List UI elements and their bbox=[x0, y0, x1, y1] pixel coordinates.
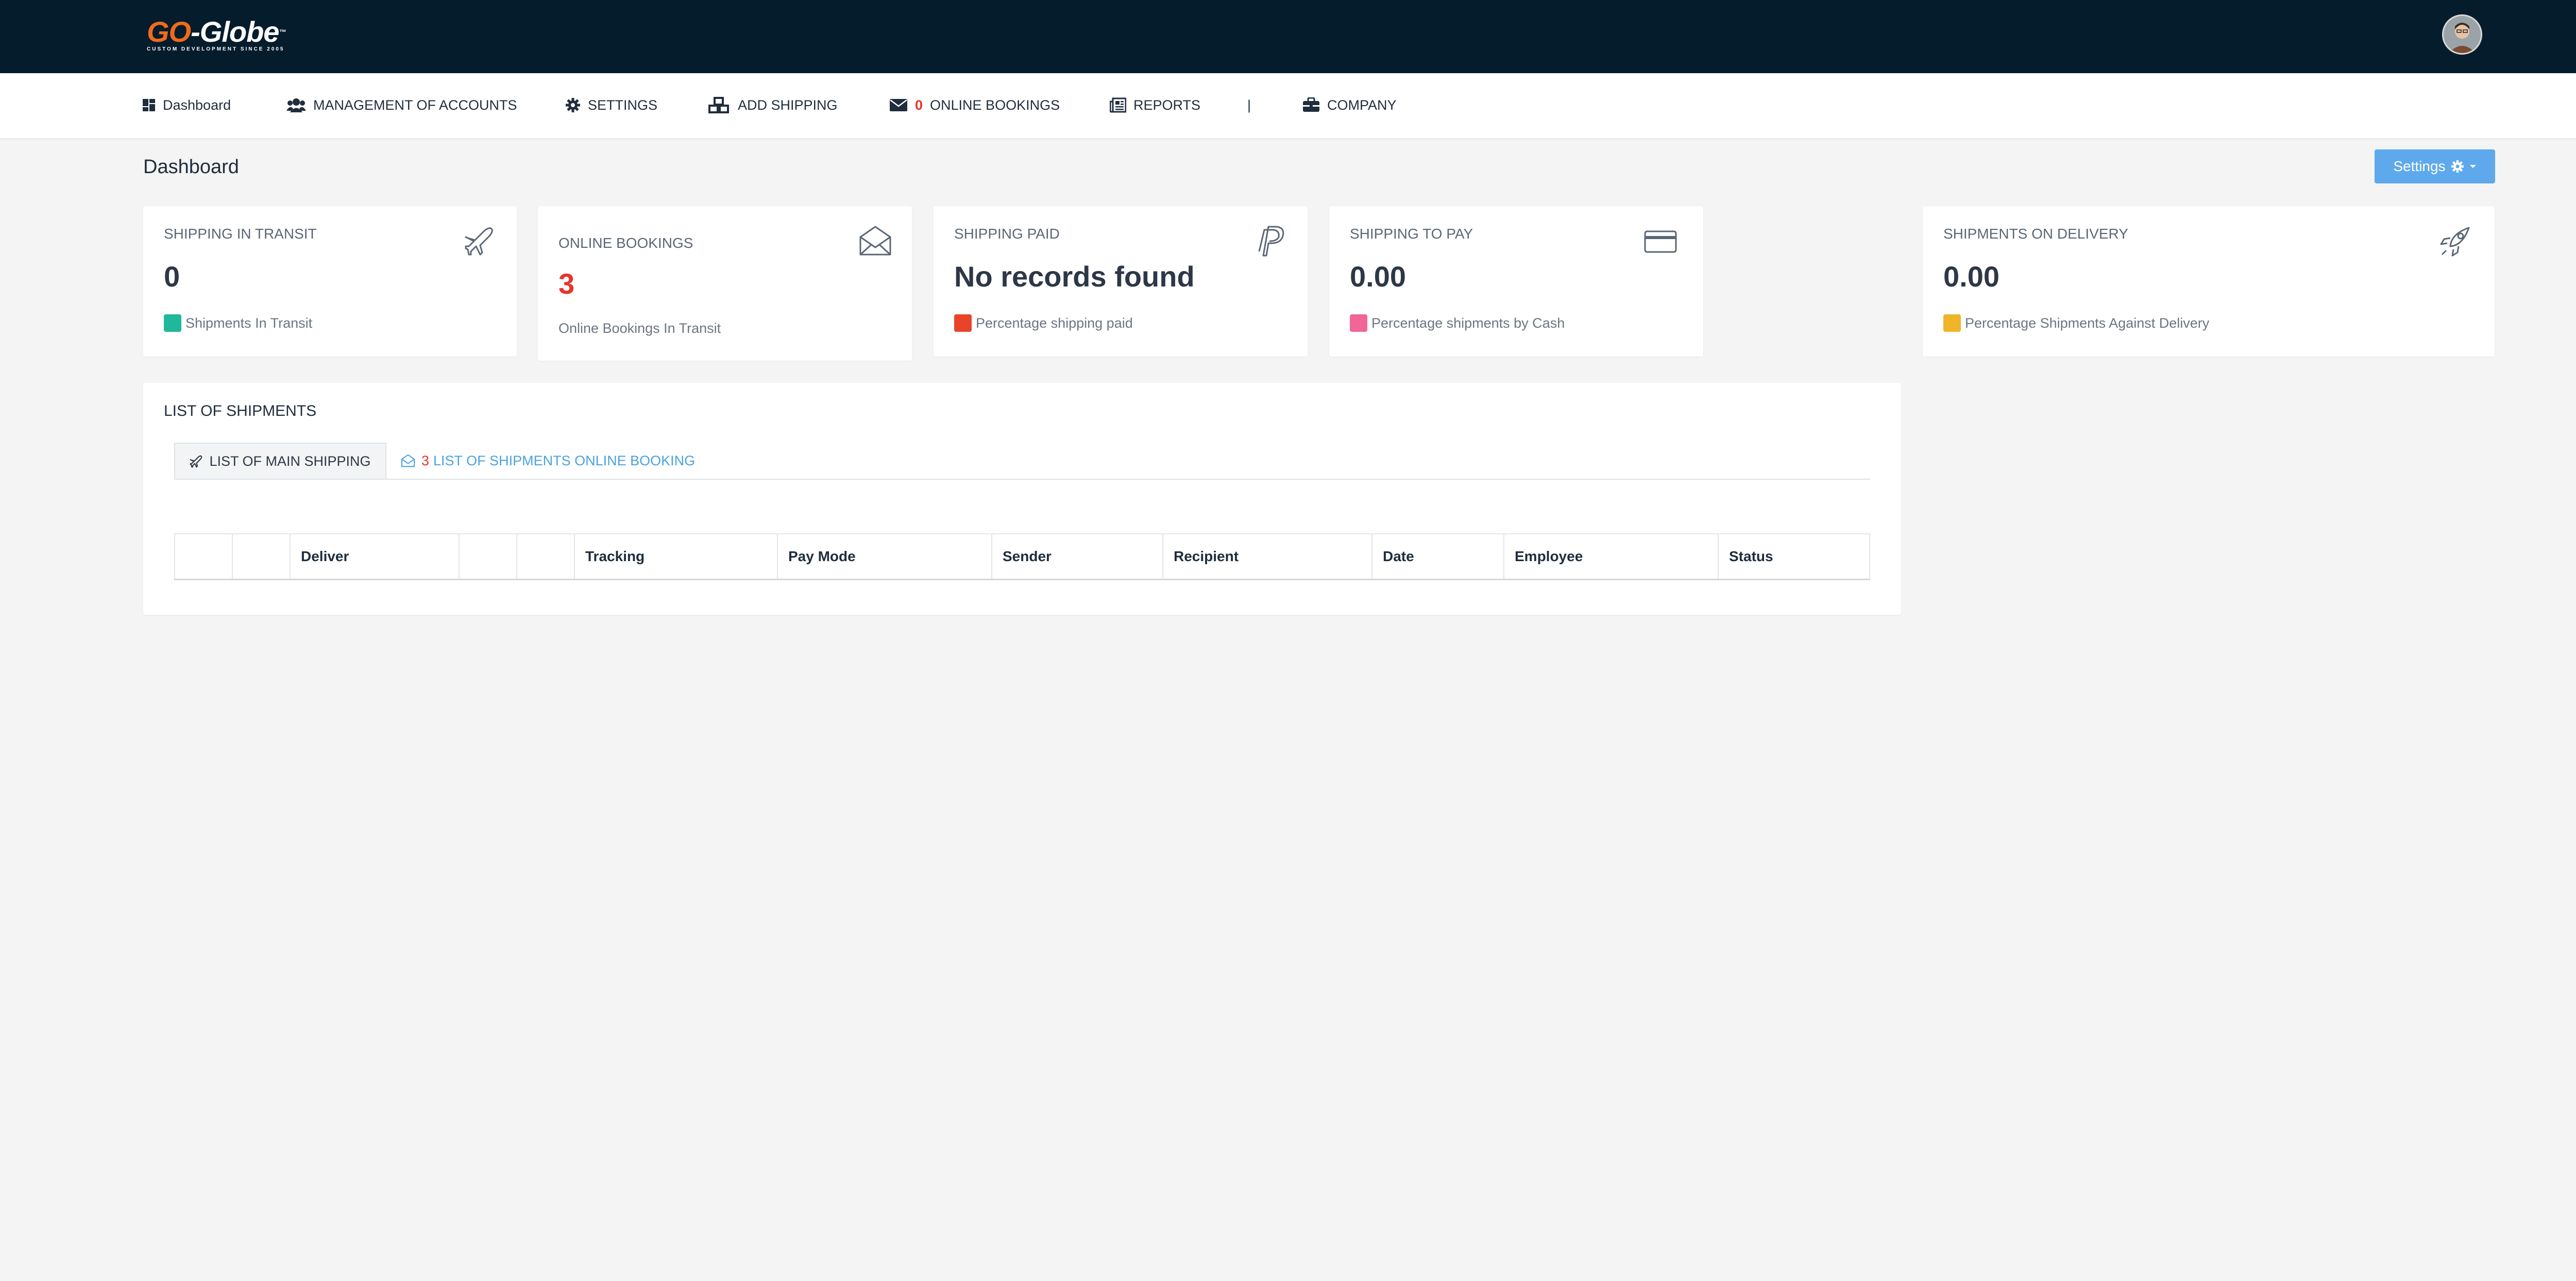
column-header-date[interactable]: Date bbox=[1371, 533, 1504, 580]
card-shipments-on-delivery[interactable]: SHIPMENTS ON DELIVERY 0.00 Percentage Sh… bbox=[1923, 206, 2495, 357]
plane-icon bbox=[465, 227, 493, 256]
credit-card-icon bbox=[1644, 230, 1677, 253]
briefcase-icon bbox=[1303, 97, 1319, 112]
newspaper-icon bbox=[1110, 97, 1126, 113]
nav-separator: | bbox=[1247, 95, 1251, 115]
rocket-icon bbox=[2440, 227, 2470, 257]
card-title: ONLINE BOOKINGS bbox=[558, 235, 693, 251]
users-icon bbox=[286, 98, 306, 112]
nav-label: MANAGEMENT OF ACCOUNTS bbox=[313, 97, 517, 113]
nav-add-shipping[interactable]: ADD SHIPPING bbox=[708, 95, 838, 115]
user-avatar-icon bbox=[2444, 16, 2481, 53]
gear-icon bbox=[2451, 160, 2464, 173]
card-value: 0 bbox=[164, 260, 180, 293]
card-footer-text: Shipments In Transit bbox=[185, 315, 313, 331]
nav-label: REPORTS bbox=[1133, 97, 1201, 113]
column-header-status[interactable]: Status bbox=[1718, 533, 1870, 580]
card-shipping-to-pay[interactable]: SHIPPING TO PAY 0.00 Percentage shipment… bbox=[1329, 206, 1703, 357]
nav-company[interactable]: COMPANY bbox=[1302, 95, 1397, 115]
card-title: SHIPMENTS ON DELIVERY bbox=[1943, 226, 2128, 242]
legend-swatch bbox=[1350, 314, 1367, 332]
column-header[interactable] bbox=[459, 533, 517, 580]
column-header-sender[interactable]: Sender bbox=[991, 533, 1163, 580]
card-title: SHIPPING TO PAY bbox=[1350, 226, 1473, 242]
card-shipping-paid[interactable]: SHIPPING PAID No records found Percentag… bbox=[934, 206, 1308, 357]
top-bar: GO-Globe™ CUSTOM DEVELOPMENT SINCE 2005 bbox=[0, 0, 2576, 73]
card-footer: Percentage shipping paid bbox=[954, 314, 1133, 332]
settings-dropdown-button[interactable]: Settings bbox=[2375, 149, 2495, 183]
card-value: 3 bbox=[558, 267, 575, 300]
card-online-bookings[interactable]: ONLINE BOOKINGS 3 Online Bookings In Tra… bbox=[538, 206, 912, 361]
nav-label: COMPANY bbox=[1327, 97, 1397, 113]
tab-main-shipping[interactable]: LIST OF MAIN SHIPPING bbox=[174, 443, 386, 479]
nav-dashboard[interactable]: Dashboard bbox=[142, 95, 231, 115]
tab-label: LIST OF MAIN SHIPPING bbox=[209, 453, 371, 469]
legend-swatch bbox=[1943, 314, 1961, 332]
column-header-tracking[interactable]: Tracking bbox=[574, 533, 778, 580]
column-header[interactable] bbox=[516, 533, 575, 580]
page-title: Dashboard bbox=[143, 156, 239, 178]
column-header[interactable] bbox=[232, 533, 291, 580]
online-bookings-count: 0 bbox=[915, 97, 923, 113]
logo-word-go: GO bbox=[147, 15, 191, 48]
card-title: SHIPPING PAID bbox=[954, 226, 1060, 242]
gear-icon bbox=[566, 98, 580, 112]
dashboard-icon bbox=[143, 99, 155, 111]
logo-tagline: CUSTOM DEVELOPMENT SINCE 2005 bbox=[147, 46, 285, 52]
nav-label: ONLINE BOOKINGS bbox=[930, 97, 1060, 113]
column-header[interactable] bbox=[174, 533, 233, 580]
column-header-deliver[interactable]: Deliver bbox=[290, 533, 460, 580]
legend-swatch bbox=[164, 314, 181, 332]
envelope-icon bbox=[890, 99, 907, 111]
main-nav: Dashboard MANAGEMENT OF ACCOUNTS SETTING… bbox=[0, 73, 2576, 138]
settings-button-label: Settings bbox=[2393, 158, 2446, 174]
column-header-employee[interactable]: Employee bbox=[1503, 533, 1719, 580]
column-header-pay-mode[interactable]: Pay Mode bbox=[777, 533, 992, 580]
logo-word-globe: -Globe bbox=[191, 15, 279, 48]
shipments-table: Deliver Tracking Pay Mode Sender Recipie… bbox=[174, 533, 1870, 580]
tab-label: LIST OF SHIPMENTS ONLINE BOOKING bbox=[433, 452, 696, 468]
table-header-row: Deliver Tracking Pay Mode Sender Recipie… bbox=[174, 533, 1870, 580]
go-globe-logo[interactable]: GO-Globe™ CUSTOM DEVELOPMENT SINCE 2005 bbox=[147, 15, 301, 57]
nav-label: SETTINGS bbox=[588, 97, 658, 113]
paypal-icon bbox=[1258, 226, 1284, 257]
envelope-open-icon bbox=[401, 454, 415, 467]
card-value: No records found bbox=[954, 260, 1195, 293]
card-footer-text: Online Bookings In Transit bbox=[558, 321, 721, 336]
card-footer-text: Percentage shipments by Cash bbox=[1371, 315, 1565, 331]
nav-label: ADD SHIPPING bbox=[738, 97, 838, 113]
card-footer: Shipments In Transit bbox=[164, 314, 312, 332]
column-header-recipient[interactable]: Recipient bbox=[1162, 533, 1372, 580]
logo-tm: ™ bbox=[279, 28, 286, 36]
shipments-tabs: LIST OF MAIN SHIPPING 3 LIST OF SHIPMENT… bbox=[174, 443, 1870, 480]
panel-title: LIST OF SHIPMENTS bbox=[164, 402, 317, 419]
nav-management-of-accounts[interactable]: MANAGEMENT OF ACCOUNTS bbox=[286, 95, 517, 115]
spacer-icon bbox=[1331, 206, 1332, 207]
card-footer: Online Bookings In Transit bbox=[558, 321, 721, 336]
card-shipping-in-transit[interactable]: SHIPPING IN TRANSIT 0 Shipments In Trans… bbox=[143, 206, 517, 357]
caret-down-icon bbox=[2469, 165, 2476, 168]
envelope-open-icon bbox=[859, 226, 891, 256]
card-value: 0.00 bbox=[1350, 260, 1406, 293]
avatar[interactable] bbox=[2442, 14, 2482, 55]
nav-separator-text: | bbox=[1247, 97, 1251, 113]
nav-online-bookings[interactable]: 0 ONLINE BOOKINGS bbox=[889, 95, 1060, 115]
tab-count: 3 bbox=[421, 452, 430, 468]
card-title: SHIPPING IN TRANSIT bbox=[164, 226, 317, 242]
cubes-icon bbox=[708, 97, 729, 113]
card-footer: Percentage shipments by Cash bbox=[1350, 314, 1565, 332]
shipments-panel: LIST OF SHIPMENTS LIST OF MAIN SHIPPING … bbox=[143, 383, 1901, 615]
card-value: 0.00 bbox=[1943, 260, 1999, 293]
nav-reports[interactable]: REPORTS bbox=[1110, 95, 1200, 115]
plane-icon bbox=[190, 455, 202, 468]
nav-settings[interactable]: SETTINGS bbox=[565, 95, 657, 115]
card-footer-text: Percentage Shipments Against Delivery bbox=[1965, 315, 2210, 331]
legend-swatch bbox=[954, 314, 972, 332]
nav-label: Dashboard bbox=[163, 97, 231, 113]
tab-online-booking[interactable]: 3 LIST OF SHIPMENTS ONLINE BOOKING bbox=[401, 443, 695, 479]
card-footer: Percentage Shipments Against Delivery bbox=[1943, 314, 2209, 332]
card-footer-text: Percentage shipping paid bbox=[976, 315, 1133, 331]
